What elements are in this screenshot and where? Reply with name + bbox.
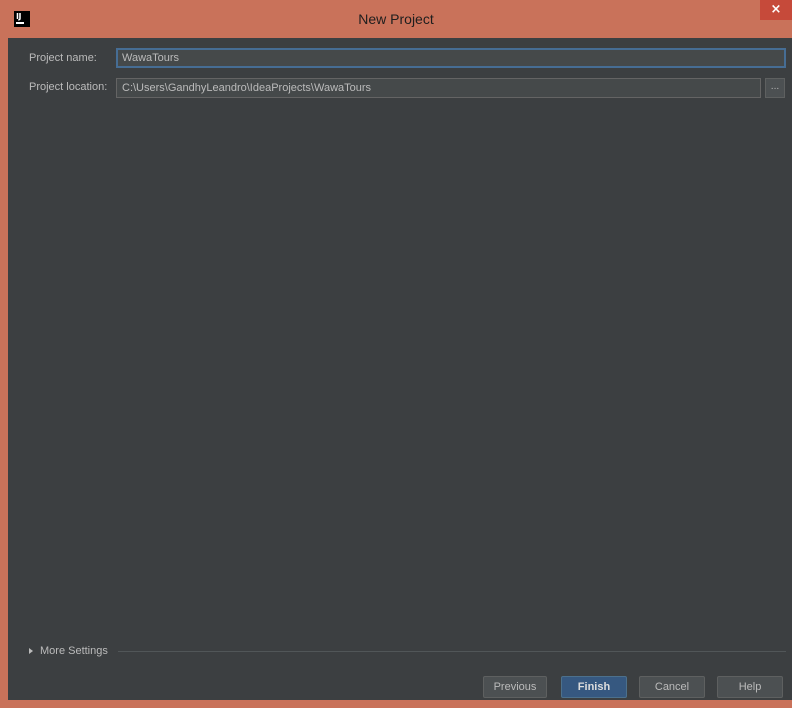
dialog-content: Project name: Project location: ... More… xyxy=(8,38,792,700)
more-settings-label: More Settings xyxy=(40,645,108,657)
project-location-input[interactable] xyxy=(116,78,761,98)
browse-button[interactable]: ... xyxy=(765,78,785,98)
close-button[interactable]: × xyxy=(760,0,792,20)
close-icon: × xyxy=(770,2,782,17)
cancel-button[interactable]: Cancel xyxy=(639,676,705,698)
app-icon-text: IJ xyxy=(16,12,21,21)
project-name-input[interactable] xyxy=(116,48,786,68)
triangle-right-icon xyxy=(29,648,33,654)
more-settings-divider xyxy=(118,651,786,652)
new-project-dialog: IJ New Project × Project name: Project l… xyxy=(0,0,792,708)
window-title: New Project xyxy=(358,11,434,27)
more-settings-toggle[interactable]: More Settings xyxy=(29,644,108,658)
project-name-label: Project name: xyxy=(29,52,97,64)
finish-button[interactable]: Finish xyxy=(561,676,627,698)
title-bar[interactable]: IJ New Project × xyxy=(0,0,792,38)
intellij-idea-icon: IJ xyxy=(14,11,30,27)
project-location-label: Project location: xyxy=(29,81,108,93)
previous-button[interactable]: Previous xyxy=(483,676,547,698)
help-button[interactable]: Help xyxy=(717,676,783,698)
